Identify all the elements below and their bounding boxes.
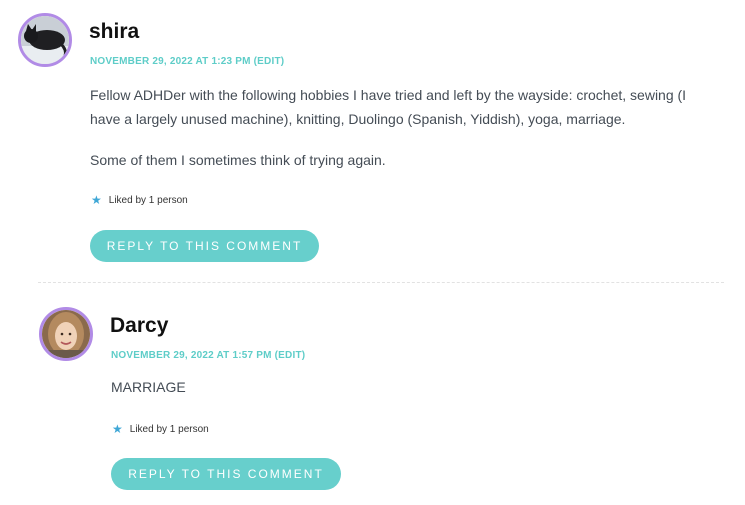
likes-text[interactable]: Liked by 1 person: [130, 424, 209, 435]
avatar-shira[interactable]: [18, 13, 72, 67]
reply-button[interactable]: REPLY TO THIS COMMENT: [111, 458, 341, 490]
comment-body: Fellow ADHDer with the following hobbies…: [90, 83, 720, 189]
cat-photo-icon: [21, 16, 69, 64]
reply-button[interactable]: REPLY TO THIS COMMENT: [90, 230, 319, 262]
avatar-darcy[interactable]: [39, 307, 93, 361]
comment-edit-link[interactable]: (EDIT): [254, 56, 285, 67]
comment-meta: NOVEMBER 29, 2022 AT 1:57 PM (EDIT): [111, 350, 305, 361]
likes-text[interactable]: Liked by 1 person: [109, 195, 188, 206]
comment-divider: [38, 282, 724, 283]
comment-paragraph: Some of them I sometimes think of trying…: [90, 152, 386, 168]
likes-indicator: ★ Liked by 1 person: [91, 193, 188, 207]
comment-date-link[interactable]: NOVEMBER 29, 2022 AT 1:57 PM: [111, 350, 272, 361]
comment-body: MARRIAGE: [111, 375, 711, 416]
comment-date-link[interactable]: NOVEMBER 29, 2022 AT 1:23 PM: [90, 56, 251, 67]
comment-paragraph: MARRIAGE: [111, 379, 186, 395]
comment-author[interactable]: shira: [89, 20, 139, 44]
comment-paragraph: Fellow ADHDer with the following hobbies…: [90, 87, 687, 127]
comment-meta: NOVEMBER 29, 2022 AT 1:23 PM (EDIT): [90, 56, 284, 67]
comment-author[interactable]: Darcy: [110, 314, 168, 338]
comment-edit-link[interactable]: (EDIT): [275, 350, 306, 361]
star-icon: ★: [112, 422, 123, 436]
star-icon: ★: [91, 193, 102, 207]
likes-indicator: ★ Liked by 1 person: [112, 422, 209, 436]
woman-photo-icon: [42, 310, 90, 358]
